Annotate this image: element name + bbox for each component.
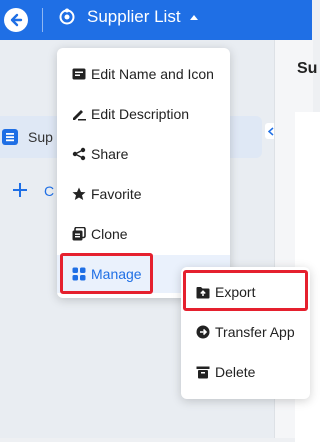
- sidebar-item-label: Sup: [28, 129, 53, 145]
- app-icon: [57, 7, 77, 27]
- submenu-item-label: Delete: [215, 364, 256, 380]
- menu-item-edit-name-and-icon[interactable]: Edit Name and Icon: [57, 55, 230, 93]
- menu-item-label: Share: [91, 146, 129, 162]
- menu-item-label: Edit Name and Icon: [91, 66, 214, 82]
- menu-item-edit-description[interactable]: Edit Description: [57, 95, 230, 133]
- caret-up-icon[interactable]: [188, 12, 200, 22]
- app-title[interactable]: Supplier List: [87, 7, 181, 27]
- menu-item-favorite[interactable]: Favorite: [57, 175, 230, 213]
- list-icon: [2, 129, 18, 145]
- transfer-icon: [196, 325, 210, 339]
- star-icon: [72, 187, 86, 201]
- edit-card-icon: [72, 67, 86, 81]
- menu-item-label: Edit Description: [91, 106, 190, 122]
- manage-highlight-box: [60, 253, 153, 294]
- share-icon: [72, 147, 86, 161]
- top-bar: Supplier List: [0, 0, 312, 40]
- sidebar-create-label: C: [44, 183, 55, 199]
- menu-item-label: Favorite: [91, 186, 142, 202]
- arrow-left-icon: [10, 13, 23, 27]
- menu-item-share[interactable]: Share: [57, 135, 230, 173]
- clone-icon: [72, 227, 86, 241]
- plus-icon: [13, 183, 27, 197]
- submenu-item-transfer-app[interactable]: Transfer App: [181, 313, 310, 351]
- export-highlight-box: [183, 270, 308, 311]
- submenu-item-label: Transfer App: [215, 324, 295, 340]
- pen-icon: [72, 107, 86, 121]
- back-button[interactable]: [4, 8, 28, 32]
- page-title: Su: [297, 60, 318, 77]
- submenu-item-delete[interactable]: Delete: [181, 353, 310, 391]
- trash-icon: [196, 365, 210, 379]
- topbar-divider: [42, 8, 43, 32]
- menu-item-clone[interactable]: Clone: [57, 215, 230, 253]
- menu-item-label: Clone: [91, 226, 128, 242]
